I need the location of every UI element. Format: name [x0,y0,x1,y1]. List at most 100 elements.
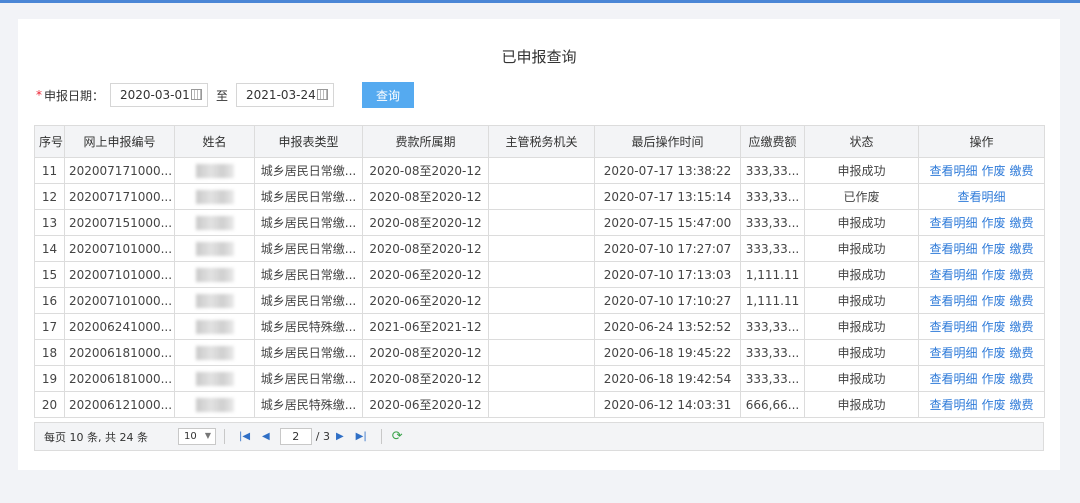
next-page-icon[interactable]: ▶ [336,431,344,442]
cell-status: 申报成功 [804,339,919,366]
page-size-select[interactable]: 10 ▼ [177,428,216,445]
table-row[interactable]: 16 202007101000... 城乡居民日常缴... 2020-06至2020-… [34,287,1045,314]
cell-amount: 333,33... [740,365,805,392]
cell-time: 2020-07-10 17:13:03 [594,261,741,288]
table-row[interactable]: 20 202006121000... 城乡居民特殊缴... 2020-06至2020-… [34,391,1045,418]
cell-name [174,261,255,288]
cell-authority [488,183,595,210]
cell-period: 2020-08至2020-12 [362,339,489,366]
table-row[interactable]: 18 202006181000... 城乡居民日常缴... 2020-08至2020-… [34,339,1045,366]
pay-link[interactable]: 缴费 [1010,346,1034,360]
start-date-input[interactable]: 2020-03-01 [110,83,209,107]
table-row[interactable]: 14 202007101000... 城乡居民日常缴... 2020-08至2020-… [34,235,1045,262]
end-date-input[interactable]: 2021-03-24 [236,83,335,107]
void-link[interactable]: 作废 [981,294,1005,308]
view-detail-link[interactable]: 查看明细 [957,190,1005,204]
table-row[interactable]: 15 202007101000... 城乡居民日常缴... 2020-06至2020-… [34,261,1045,288]
view-detail-link[interactable]: 查看明细 [929,216,977,230]
pay-link[interactable]: 缴费 [1010,398,1034,412]
cell-ops: 查看明细 作废 缴费 [918,261,1045,288]
pay-link[interactable]: 缴费 [1010,164,1034,178]
column-header: 姓名 [174,125,255,158]
table-row[interactable]: 13 202007151000... 城乡居民日常缴... 2020-08至2020-… [34,209,1045,236]
cell-period: 2020-06至2020-12 [362,287,489,314]
cell-no: 14 [34,235,65,262]
redacted-name [195,163,234,178]
cell-name [174,365,255,392]
redacted-name [195,293,234,308]
view-detail-link[interactable]: 查看明细 [929,164,977,178]
column-header: 最后操作时间 [594,125,741,158]
cell-type: 城乡居民日常缴... [254,183,363,210]
redacted-name [195,345,234,360]
cell-period: 2020-08至2020-12 [362,365,489,392]
cell-id: 202006181000... [64,339,175,366]
cell-amount: 666,66... [740,391,805,418]
column-header: 操作 [918,125,1045,158]
pay-link[interactable]: 缴费 [1010,216,1034,230]
cell-time: 2020-06-12 14:03:31 [594,391,741,418]
column-header: 网上申报编号 [64,125,175,158]
cell-name [174,339,255,366]
date-filter: * 申报日期： 2020-03-01 至 2021-03-24 查询 [36,82,415,108]
cell-id: 202006241000... [64,313,175,340]
view-detail-link[interactable]: 查看明细 [929,268,977,282]
void-link[interactable]: 作废 [981,268,1005,282]
query-button[interactable]: 查询 [362,82,415,108]
view-detail-link[interactable]: 查看明细 [929,242,977,256]
cell-ops: 查看明细 作废 缴费 [918,287,1045,314]
cell-status: 申报成功 [804,313,919,340]
cell-status: 申报成功 [804,209,919,236]
cell-amount: 1,111.11 [740,287,805,314]
cell-time: 2020-07-17 13:15:14 [594,183,741,210]
cell-type: 城乡居民日常缴... [254,157,363,184]
table-row[interactable]: 11 202007171000... 城乡居民日常缴... 2020-08至2020-… [34,157,1045,184]
last-page-icon[interactable]: ▶| [356,431,367,442]
pay-link[interactable]: 缴费 [1010,372,1034,386]
cell-id: 202007171000... [64,157,175,184]
page-number-input[interactable]: 2 [279,428,312,445]
pay-link[interactable]: 缴费 [1010,242,1034,256]
view-detail-link[interactable]: 查看明细 [929,346,977,360]
void-link[interactable]: 作废 [981,242,1005,256]
cell-time: 2020-07-10 17:10:27 [594,287,741,314]
column-header: 主管税务机关 [488,125,595,158]
refresh-icon[interactable]: ⟳ [392,429,403,444]
void-link[interactable]: 作废 [981,164,1005,178]
void-link[interactable]: 作废 [981,320,1005,334]
void-link[interactable]: 作废 [981,398,1005,412]
pay-link[interactable]: 缴费 [1010,268,1034,282]
pay-link[interactable]: 缴费 [1010,320,1034,334]
cell-amount: 333,33... [740,183,805,210]
view-detail-link[interactable]: 查看明细 [929,294,977,308]
pay-link[interactable]: 缴费 [1010,294,1034,308]
calendar-icon[interactable] [317,89,329,100]
cell-authority [488,365,595,392]
void-link[interactable]: 作废 [981,216,1005,230]
cell-id: 202007101000... [64,261,175,288]
end-date-value: 2021-03-24 [246,88,316,102]
cell-ops: 查看明细 作废 缴费 [918,235,1045,262]
cell-name [174,287,255,314]
first-page-icon[interactable]: |◀ [239,431,250,442]
table-row[interactable]: 12 202007171000... 城乡居民日常缴... 2020-08至2020-… [34,183,1045,210]
cell-time: 2020-07-17 13:38:22 [594,157,741,184]
table-row[interactable]: 19 202006181000... 城乡居民日常缴... 2020-08至2020-… [34,365,1045,392]
cell-status: 已作废 [804,183,919,210]
cell-authority [488,287,595,314]
cell-authority [488,339,595,366]
view-detail-link[interactable]: 查看明细 [929,398,977,412]
table-row[interactable]: 17 202006241000... 城乡居民特殊缴... 2021-06至2021-… [34,313,1045,340]
cell-ops: 查看明细 作废 缴费 [918,365,1045,392]
void-link[interactable]: 作废 [981,372,1005,386]
cell-ops: 查看明细 作废 缴费 [918,339,1045,366]
cell-no: 20 [34,391,65,418]
view-detail-link[interactable]: 查看明细 [929,320,977,334]
cell-id: 202007101000... [64,287,175,314]
calendar-icon[interactable] [191,89,203,100]
cell-name [174,183,255,210]
cell-type: 城乡居民日常缴... [254,339,363,366]
view-detail-link[interactable]: 查看明细 [929,372,977,386]
void-link[interactable]: 作废 [981,346,1005,360]
prev-page-icon[interactable]: ◀ [262,431,270,442]
